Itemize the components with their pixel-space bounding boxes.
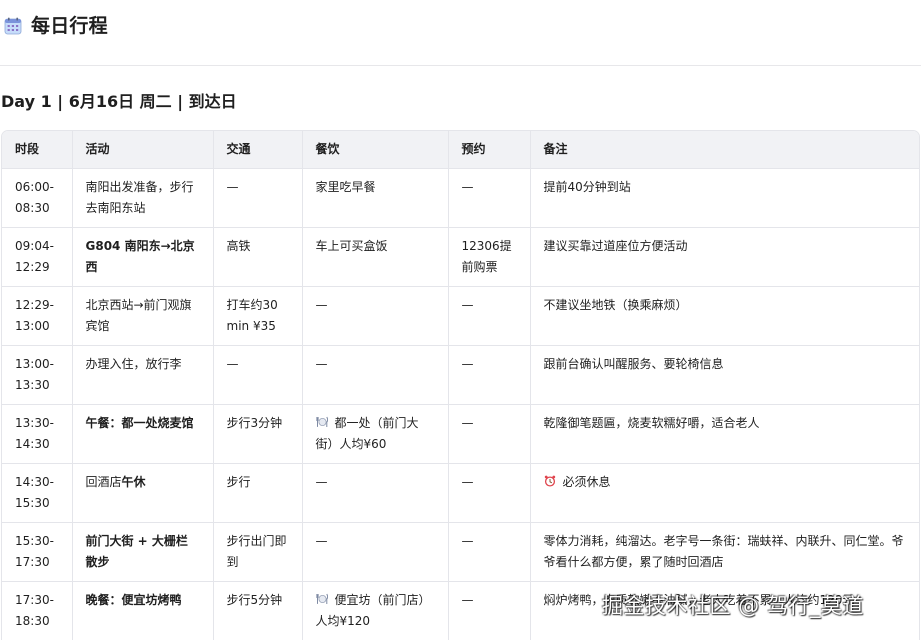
- table-row: 06:00-08:30 南阳出发准备，步行去南阳东站 — 家里吃早餐 — 提前4…: [2, 168, 919, 228]
- time-cell: 06:00-08:30: [2, 168, 73, 228]
- notes-cell: 乾隆御笔题匾，烧麦软糯好嚼，适合老人: [530, 404, 919, 464]
- transport-cell: —: [213, 168, 303, 228]
- time-cell: 17:30-18:30: [2, 581, 73, 640]
- dining-cell: 都一处（前门大街）人均¥60: [302, 404, 449, 464]
- calendar-icon: [4, 17, 22, 35]
- table-row: 13:00-13:30 办理入住，放行李 — — — 跟前台确认叫醒服务、要轮椅…: [2, 345, 919, 405]
- column-header-transport: 交通: [213, 131, 303, 169]
- notes-cell: 必须休息: [530, 463, 919, 523]
- day-heading: Day 1 | 6月16日 周二 | 到达日: [1, 92, 237, 111]
- dining-text: 便宜坊（前门店）人均¥120: [315, 592, 431, 628]
- reservation-cell: —: [448, 404, 531, 464]
- time-cell: 15:30-17:30: [2, 522, 73, 582]
- table-row: 15:30-17:30 前门大街 + 大栅栏散步 步行出门即到 — — 零体力消…: [2, 522, 919, 582]
- reservation-cell: —: [448, 463, 531, 523]
- plate-cutlery-icon: [315, 593, 328, 604]
- column-header-dining: 餐饮: [302, 131, 449, 169]
- dining-cell: —: [302, 286, 449, 346]
- page-header: 每日行程: [0, 0, 921, 66]
- transport-cell: 步行3分钟: [213, 404, 303, 464]
- activity-cell: 南阳出发准备，步行去南阳东站: [72, 168, 214, 228]
- column-header-notes: 备注: [530, 131, 919, 169]
- activity-cell: 午餐：都一处烧麦馆: [72, 404, 214, 464]
- reservation-cell: 12306提前购票: [448, 227, 531, 287]
- page: 每日行程 Day 1 | 6月16日 周二 | 到达日 时段 活动 交通 餐饮 …: [0, 0, 921, 640]
- reservation-cell: —: [448, 581, 531, 640]
- time-cell: 09:04-12:29: [2, 227, 73, 287]
- time-cell: 12:29-13:00: [2, 286, 73, 346]
- transport-cell: 步行5分钟: [213, 581, 303, 640]
- schedule-table: 时段 活动 交通 餐饮 预约 备注 06:00-08:30 南阳出发准备，步行去…: [2, 131, 919, 640]
- dining-text: 都一处（前门大街）人均¥60: [315, 415, 419, 451]
- table-row: 14:30-15:30 回酒店午休 步行 — — 必须休息: [2, 463, 919, 523]
- dining-cell: —: [302, 522, 449, 582]
- transport-cell: 打车约30min ¥35: [213, 286, 303, 346]
- page-title: 每日行程: [31, 15, 108, 37]
- time-cell: 14:30-15:30: [2, 463, 73, 523]
- schedule-table-container: 时段 活动 交通 餐饮 预约 备注 06:00-08:30 南阳出发准备，步行去…: [1, 130, 920, 640]
- table-row: 17:30-18:30 晚餐：便宜坊烤鸭 步行5分钟 便宜坊（前门店）人均¥12…: [2, 581, 919, 640]
- column-header-reservation: 预约: [448, 131, 531, 169]
- notes-cell: 零体力消耗，纯溜达。老字号一条街：瑞蚨祥、内联升、同仁堂。爷爷看什么都方便，累了…: [530, 522, 919, 582]
- reservation-cell: —: [448, 168, 531, 228]
- activity-cell: 回酒店午休: [72, 463, 214, 523]
- dining-cell: 家里吃早餐: [302, 168, 449, 228]
- table-body: 06:00-08:30 南阳出发准备，步行去南阳东站 — 家里吃早餐 — 提前4…: [2, 168, 919, 640]
- alarm-clock-icon: [544, 475, 555, 487]
- plate-cutlery-icon: [315, 416, 328, 427]
- dining-cell: 车上可买盒饭: [302, 227, 449, 287]
- activity-cell: 晚餐：便宜坊烤鸭: [72, 581, 214, 640]
- activity-cell: 前门大街 + 大栅栏散步: [72, 522, 214, 582]
- activity-highlight: 午休: [121, 474, 146, 489]
- reservation-cell: —: [448, 522, 531, 582]
- notes-cell: 焖炉烤鸭，肉质软嫩不油腻，老人吃着不累，人均约120元: [530, 581, 919, 640]
- reservation-cell: —: [448, 286, 531, 346]
- transport-cell: —: [213, 345, 303, 405]
- activity-text: 回酒店: [85, 474, 122, 489]
- transport-cell: 步行出门即到: [213, 522, 303, 582]
- dining-cell: —: [302, 345, 449, 405]
- column-header-time: 时段: [2, 131, 73, 169]
- activity-cell: 办理入住，放行李: [72, 345, 214, 405]
- table-row: 12:29-13:00 北京西站→前门观旗宾馆 打车约30min ¥35 — —…: [2, 286, 919, 346]
- column-header-activity: 活动: [72, 131, 214, 169]
- notes-text: 必须休息: [562, 474, 611, 489]
- time-cell: 13:00-13:30: [2, 345, 73, 405]
- table-row: 13:30-14:30 午餐：都一处烧麦馆 步行3分钟 都一处（前门大街）人均¥…: [2, 404, 919, 464]
- notes-cell: 建议买靠过道座位方便活动: [530, 227, 919, 287]
- table-header: 时段 活动 交通 餐饮 预约 备注: [2, 131, 919, 169]
- activity-cell: 北京西站→前门观旗宾馆: [72, 286, 214, 346]
- notes-cell: 跟前台确认叫醒服务、要轮椅信息: [530, 345, 919, 405]
- transport-cell: 步行: [213, 463, 303, 523]
- table-row: 09:04-12:29 G804 南阳东→北京西 高铁 车上可买盒饭 12306…: [2, 227, 919, 287]
- dining-cell: —: [302, 463, 449, 523]
- transport-cell: 高铁: [213, 227, 303, 287]
- time-cell: 13:30-14:30: [2, 404, 73, 464]
- notes-cell: 不建议坐地铁（换乘麻烦）: [530, 286, 919, 346]
- dining-cell: 便宜坊（前门店）人均¥120: [302, 581, 449, 640]
- reservation-cell: —: [448, 345, 531, 405]
- table-header-row: 时段 活动 交通 餐饮 预约 备注: [2, 131, 919, 169]
- notes-cell: 提前40分钟到站: [530, 168, 919, 228]
- activity-cell: G804 南阳东→北京西: [72, 227, 214, 287]
